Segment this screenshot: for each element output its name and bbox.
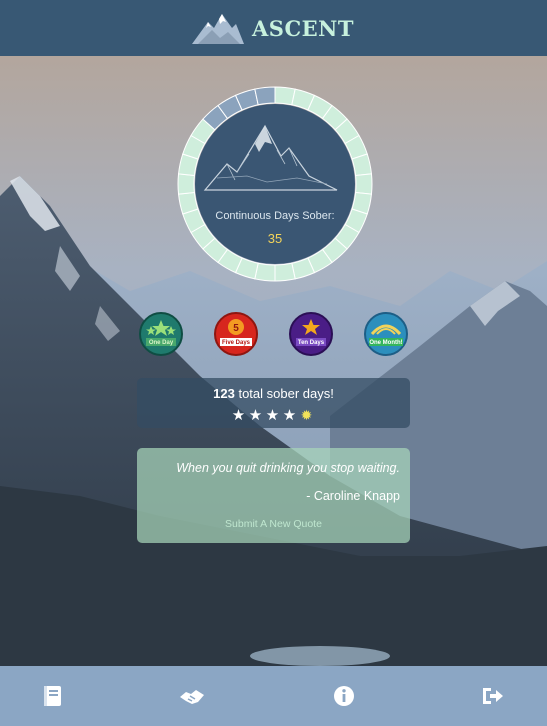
- sobriety-progress-ring: [177, 86, 373, 282]
- svg-text:5: 5: [233, 323, 239, 334]
- badge-label: Ten Days: [297, 340, 325, 346]
- quote-text: When you quit drinking you stop waiting.: [176, 461, 400, 475]
- app-header: ASCENT: [0, 0, 547, 56]
- star-icon: ★: [248, 407, 263, 424]
- ring-segment-filled: [177, 173, 195, 195]
- badge-one-day[interactable]: One Day: [139, 312, 183, 356]
- star-icon: ★: [231, 407, 246, 424]
- badge-one-month[interactable]: One Month!: [364, 312, 408, 356]
- continuous-days-label: Continuous Days Sober:: [215, 210, 335, 222]
- submit-quote-button[interactable]: Submit A New Quote: [137, 518, 410, 530]
- info-icon: [334, 686, 354, 706]
- mountain-logo-icon: [192, 14, 244, 44]
- total-sober-days-text: 123 total sober days!: [137, 386, 410, 401]
- bottom-nav: [0, 666, 547, 726]
- total-sober-days-card: 123 total sober days! ★ ★ ★ ★ ✹: [137, 378, 410, 428]
- star-trophy-badge-icon: [289, 312, 333, 356]
- journal-icon: [44, 686, 61, 706]
- sun-icon: ✹: [300, 407, 313, 423]
- journal-button[interactable]: [39, 683, 67, 709]
- badge-ten-days[interactable]: Ten Days: [289, 312, 333, 356]
- badge-label: Five Days: [221, 340, 251, 346]
- ring-segment-empty: [254, 86, 276, 106]
- support-button[interactable]: [178, 683, 206, 709]
- info-button[interactable]: [330, 683, 358, 709]
- ring-text: Continuous Days Sober: 35: [177, 210, 373, 246]
- milestone-badges: One Day 5 Five Days Ten Days One Month!: [137, 312, 410, 360]
- quote-author: - Caroline Knapp: [306, 489, 400, 503]
- rating-stars: ★ ★ ★ ★ ✹: [230, 407, 320, 424]
- total-days-count: 123: [213, 386, 235, 401]
- badge-label: One Day: [148, 340, 174, 346]
- brand[interactable]: ASCENT: [190, 8, 354, 48]
- badge-label: One Month!: [369, 340, 403, 346]
- ring-segment-filled: [274, 262, 296, 282]
- quote-card: When you quit drinking you stop waiting.…: [137, 448, 410, 543]
- five-badge-icon: 5: [214, 312, 258, 356]
- handshake-icon: [180, 690, 204, 704]
- stars-badge-icon: [139, 312, 183, 356]
- continuous-days-value: 35: [267, 231, 283, 246]
- banner-badge-icon: [364, 312, 408, 356]
- logout-button[interactable]: [479, 683, 507, 709]
- star-icon: ★: [265, 407, 280, 424]
- star-icon: ★: [282, 407, 297, 424]
- badge-five-days[interactable]: 5 Five Days: [214, 312, 258, 356]
- ring-segment-filled: [355, 173, 373, 195]
- logout-icon: [483, 688, 503, 704]
- app-name: ASCENT: [252, 16, 355, 41]
- total-days-suffix: total sober days!: [234, 386, 334, 401]
